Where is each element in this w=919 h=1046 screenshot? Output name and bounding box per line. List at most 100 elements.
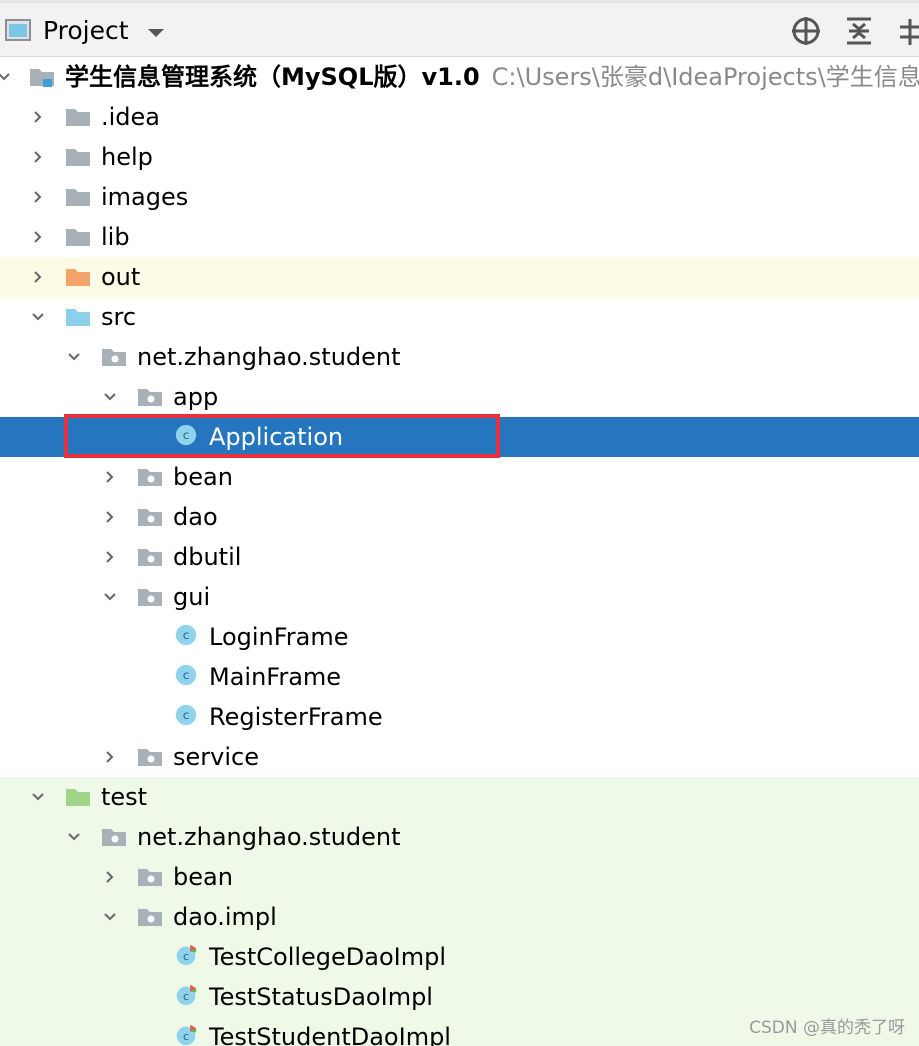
excluded-folder-icon (66, 269, 90, 286)
tree-item-label: test (101, 783, 148, 811)
tree-item-label: app (173, 383, 219, 411)
tree-item-label: gui (173, 583, 211, 611)
chevron-right-icon[interactable] (102, 509, 118, 525)
tree-item-label: lib (101, 223, 130, 251)
chevron-down-icon[interactable] (66, 349, 82, 365)
chevron-right-icon[interactable] (30, 109, 46, 125)
tree-item-label: help (101, 143, 153, 171)
tree-item-label: src (101, 303, 137, 331)
project-tree: 学生信息管理系统（MySQL版）v1.0 C:\Users\张豪d\IdeaPro… (0, 57, 919, 1046)
watermark: CSDN @真的秃了呀 (749, 1018, 905, 1038)
chevron-down-icon[interactable] (146, 27, 166, 39)
chevron-down-icon[interactable] (102, 389, 118, 405)
java-class-icon: c (175, 704, 197, 726)
tree-item-label: TestCollegeDaoImpl (209, 943, 447, 971)
chevron-right-icon[interactable] (30, 269, 46, 285)
package-icon (138, 589, 162, 606)
project-icon (5, 19, 31, 41)
chevron-down-icon[interactable] (66, 829, 82, 845)
tree-row-teststatusdaoimpl[interactable]: c TestStatusDaoImpl (0, 977, 919, 1017)
tree-row-dao[interactable]: dao (0, 497, 919, 537)
tree-row-loginframe[interactable]: c LoginFrame (0, 617, 919, 657)
svg-text:c: c (183, 1030, 189, 1043)
test-class-icon: c (176, 1024, 197, 1046)
tree-item-label: bean (173, 463, 233, 491)
tree-item-label: TestStudentDaoImpl (209, 1023, 451, 1046)
tree-row-test-bean[interactable]: bean (0, 857, 919, 897)
chevron-down-icon[interactable] (0, 69, 12, 85)
project-title[interactable]: Project (43, 16, 129, 46)
project-path: C:\Users\张豪d\IdeaProjects\学生信息管 (491, 63, 919, 91)
tree-item-label: net.zhanghao.student (137, 823, 401, 851)
chevron-right-icon[interactable] (102, 549, 118, 565)
chevron-right-icon[interactable] (30, 149, 46, 165)
chevron-right-icon[interactable] (102, 469, 118, 485)
tree-item-label: dao (173, 503, 218, 531)
tree-row-application[interactable]: c Application (0, 417, 919, 457)
tree-row-test[interactable]: test (0, 777, 919, 817)
tree-row-root[interactable]: 学生信息管理系统（MySQL版）v1.0 C:\Users\张豪d\IdeaPro… (0, 57, 919, 97)
chevron-right-icon[interactable] (30, 189, 46, 205)
tree-row-test-package[interactable]: net.zhanghao.student (0, 817, 919, 857)
tree-row-service[interactable]: service (0, 737, 919, 777)
chevron-right-icon[interactable] (102, 869, 118, 885)
chevron-down-icon[interactable] (102, 909, 118, 925)
package-icon (138, 749, 162, 766)
tree-row-lib[interactable]: lib (0, 217, 919, 257)
tree-row-images[interactable]: images (0, 177, 919, 217)
tree-row-mainframe[interactable]: c MainFrame (0, 657, 919, 697)
package-icon (138, 389, 162, 406)
tree-item-label: out (101, 263, 141, 291)
source-folder-icon (66, 309, 90, 326)
package-icon (138, 869, 162, 886)
svg-text:c: c (183, 708, 190, 722)
chevron-right-icon[interactable] (102, 749, 118, 765)
folder-icon (66, 149, 90, 166)
tree-item-label: RegisterFrame (209, 703, 383, 731)
folder-icon (66, 189, 90, 206)
folder-icon (66, 229, 90, 246)
tree-row-help[interactable]: help (0, 137, 919, 177)
chevron-down-icon[interactable] (30, 789, 46, 805)
locate-icon[interactable] (790, 15, 822, 47)
package-icon (138, 469, 162, 486)
project-tool-window-header: Project (0, 0, 919, 57)
test-folder-icon (66, 789, 90, 806)
collapse-all-icon[interactable] (843, 15, 875, 47)
tree-item-label: dbutil (173, 543, 242, 571)
project-name: 学生信息管理系统（MySQL版）v1.0 (65, 63, 480, 91)
tree-row-test-daoimpl[interactable]: dao.impl (0, 897, 919, 937)
tree-row-app[interactable]: app (0, 377, 919, 417)
java-class-icon: c (175, 624, 197, 646)
tree-row-idea[interactable]: .idea (0, 97, 919, 137)
java-class-icon: c (175, 424, 197, 446)
tree-row-package[interactable]: net.zhanghao.student (0, 337, 919, 377)
svg-text:c: c (183, 668, 190, 682)
tree-item-label: dao.impl (173, 903, 277, 931)
chevron-down-icon[interactable] (30, 309, 46, 325)
test-class-icon: c (176, 944, 197, 966)
tree-item-label: net.zhanghao.student (137, 343, 401, 371)
settings-icon[interactable] (896, 15, 919, 47)
package-icon (138, 909, 162, 926)
tree-row-dbutil[interactable]: dbutil (0, 537, 919, 577)
tree-row-out[interactable]: out (0, 257, 919, 297)
tree-row-bean[interactable]: bean (0, 457, 919, 497)
svg-text:c: c (183, 428, 190, 442)
chevron-down-icon[interactable] (102, 589, 118, 605)
tree-item-label: service (173, 743, 259, 771)
folder-icon (66, 109, 90, 126)
java-class-icon: c (175, 664, 197, 686)
tree-row-testcollegedaoimpl[interactable]: c TestCollegeDaoImpl (0, 937, 919, 977)
tree-item-label: MainFrame (209, 663, 342, 691)
module-folder-icon (30, 69, 54, 87)
package-icon (138, 509, 162, 526)
chevron-right-icon[interactable] (30, 229, 46, 245)
tree-item-label: Application (209, 423, 344, 451)
svg-text:c: c (183, 628, 190, 642)
svg-text:c: c (183, 990, 189, 1003)
tree-item-label: TestStatusDaoImpl (209, 983, 433, 1011)
tree-row-src[interactable]: src (0, 297, 919, 337)
tree-row-gui[interactable]: gui (0, 577, 919, 617)
tree-row-registerframe[interactable]: c RegisterFrame (0, 697, 919, 737)
